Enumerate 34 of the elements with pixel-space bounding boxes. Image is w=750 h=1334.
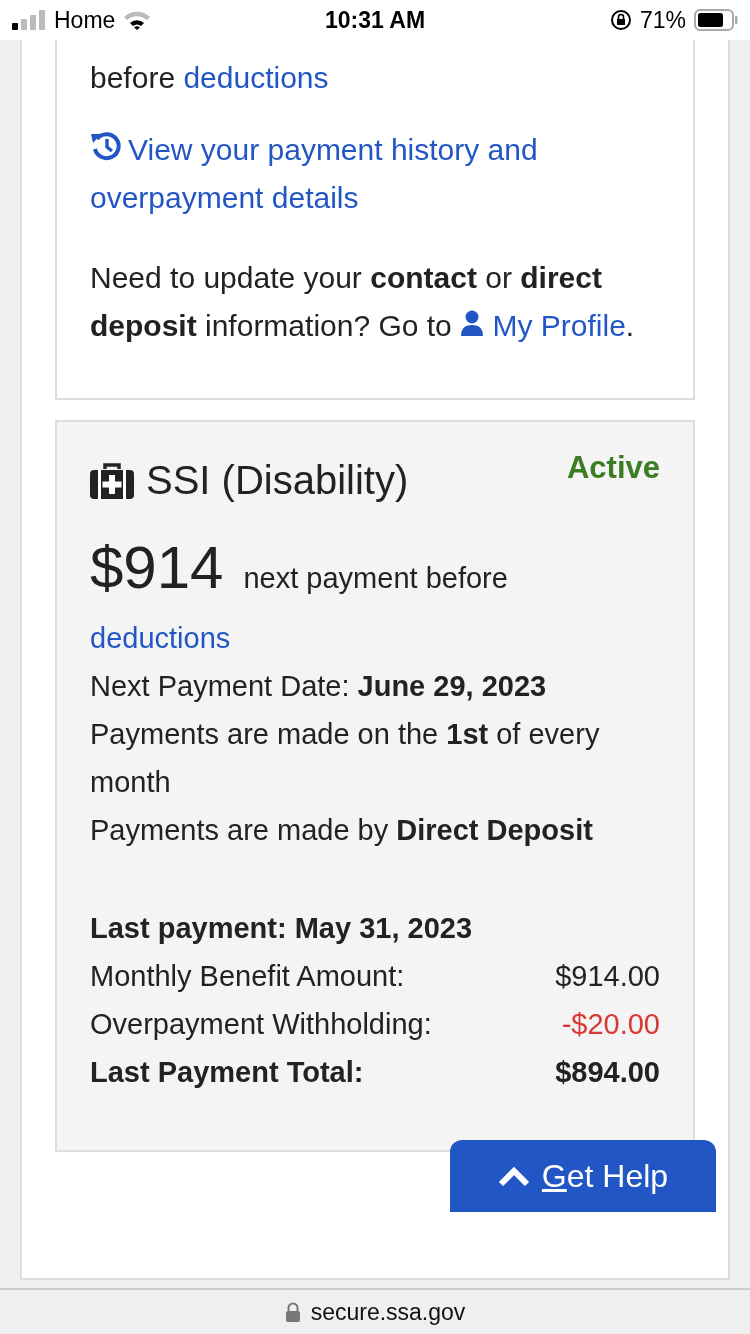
history-icon: [90, 130, 122, 162]
carrier-label: Home: [54, 6, 116, 34]
medical-kit-icon: [90, 462, 134, 499]
row-label: Overpayment Withholding:: [90, 1007, 432, 1042]
row-value: -$20.00: [561, 1007, 660, 1042]
get-help-button[interactable]: Get Help: [450, 1140, 716, 1212]
url-text: secure.ssa.gov: [310, 1298, 466, 1326]
lock-icon: [284, 1302, 301, 1322]
payment-detail: Next Payment Date: June 29, 2023: [90, 669, 548, 704]
row-label: Last Payment Total:: [90, 1055, 364, 1090]
row-label: Monthly Benefit Amount:: [90, 959, 405, 994]
amount-caption: next payment before: [243, 562, 508, 595]
benefit-title: SSI (Disability): [146, 458, 409, 503]
status-label: Active: [566, 450, 660, 486]
rotation-lock-icon: [609, 9, 632, 31]
wifi-icon: [123, 10, 152, 30]
row-value: $914.00: [555, 959, 660, 994]
profile-note: Need to update your contact or direct deposit information? Go to My Profile.: [90, 260, 636, 344]
profile-link[interactable]: My Profile: [460, 309, 626, 342]
deductions-text: before deductions: [90, 60, 330, 96]
last-payment-heading: Last payment: May 31, 2023: [90, 911, 473, 946]
payment-amount: $914: [90, 533, 224, 602]
signal-icon: [12, 10, 46, 30]
deductions-link[interactable]: deductions: [90, 614, 660, 662]
deductions-link[interactable]: deductions: [183, 61, 329, 94]
battery-percent: 71%: [639, 6, 686, 34]
row-value: $894.00: [555, 1055, 660, 1090]
payment-history-link[interactable]: View your payment history and overpayment details: [90, 126, 660, 222]
payment-detail: Payments are made by Direct Deposit: [90, 813, 594, 848]
person-icon: [460, 310, 485, 336]
caret-icon: [497, 1165, 530, 1187]
clock-time: 10:31 AM: [324, 6, 426, 34]
battery-icon: [694, 9, 738, 31]
payment-detail: Payments are made on the 1st of every month: [90, 717, 601, 800]
